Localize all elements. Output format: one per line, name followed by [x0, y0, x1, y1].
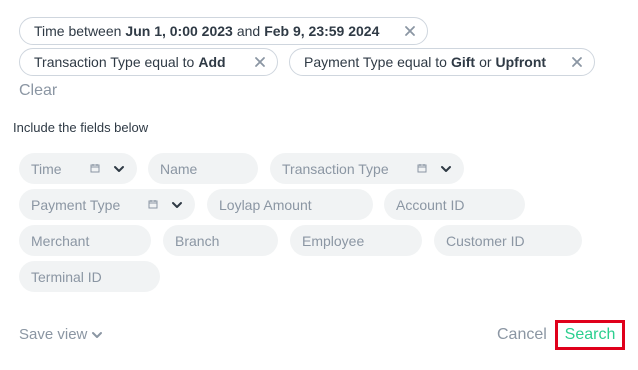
- filter-chip-value: Jun 1, 0:00 2023: [125, 23, 233, 39]
- field-pill-loylap-amount[interactable]: Loylap Amount: [207, 189, 373, 220]
- cancel-button[interactable]: Cancel: [497, 326, 547, 344]
- clear-filters-link[interactable]: Clear: [19, 82, 57, 100]
- filter-chip-payment-type[interactable]: Payment Type equal to Gift or Upfront: [289, 48, 595, 76]
- include-fields-title: Include the fields below: [13, 120, 149, 135]
- field-label: Transaction Type: [282, 160, 389, 177]
- save-view-label: Save view: [19, 326, 88, 343]
- field-pill-transaction-type[interactable]: Transaction Type: [270, 153, 464, 184]
- filter-chip-time[interactable]: Time between Jun 1, 0:00 2023 and Feb 9,…: [19, 17, 428, 45]
- field-label: Loylap Amount: [219, 196, 312, 213]
- filter-chip-value: Gift: [450, 54, 476, 70]
- close-icon[interactable]: [570, 55, 584, 69]
- close-icon[interactable]: [403, 24, 417, 38]
- field-pill-employee[interactable]: Employee: [290, 225, 422, 256]
- filter-chip-text: Payment Type equal to: [304, 54, 447, 70]
- calendar-icon[interactable]: [147, 198, 159, 210]
- calendar-icon[interactable]: [416, 162, 428, 174]
- search-button-label: Search: [564, 326, 616, 343]
- field-label: Payment Type: [31, 196, 121, 213]
- field-label: Customer ID: [446, 232, 525, 249]
- field-label: Employee: [302, 232, 365, 249]
- filter-chip-text: Transaction Type equal to: [34, 54, 195, 70]
- filter-chip-value: Upfront: [495, 54, 547, 70]
- field-label: Time: [31, 160, 62, 177]
- field-pill-time[interactable]: Time: [19, 153, 137, 184]
- chevron-down-icon[interactable]: [440, 163, 452, 175]
- field-label: Account ID: [396, 196, 465, 213]
- filter-chip-value: Add: [198, 54, 226, 70]
- field-label: Terminal ID: [31, 268, 102, 285]
- search-button[interactable]: Search: [555, 320, 625, 350]
- field-label: Branch: [175, 232, 220, 249]
- filter-chip-text: Time between: [34, 23, 122, 39]
- field-pill-account-id[interactable]: Account ID: [384, 189, 525, 220]
- field-pill-terminal-id[interactable]: Terminal ID: [19, 261, 160, 292]
- field-pill-name[interactable]: Name: [148, 153, 258, 184]
- filter-chip-text: and: [236, 23, 261, 39]
- close-icon[interactable]: [253, 55, 267, 69]
- calendar-icon[interactable]: [89, 162, 101, 174]
- chevron-down-icon: [92, 331, 103, 338]
- save-view-dropdown[interactable]: Save view: [19, 326, 103, 343]
- filter-chip-text: or: [479, 54, 492, 70]
- chevron-down-icon[interactable]: [171, 199, 183, 211]
- field-pill-branch[interactable]: Branch: [163, 225, 278, 256]
- field-label: Name: [160, 160, 198, 177]
- field-pill-merchant[interactable]: Merchant: [19, 225, 151, 256]
- chevron-down-icon[interactable]: [113, 163, 125, 175]
- field-pill-customer-id[interactable]: Customer ID: [434, 225, 582, 256]
- field-pill-payment-type[interactable]: Payment Type: [19, 189, 195, 220]
- field-label: Merchant: [31, 232, 90, 249]
- filter-chip-value: Feb 9, 23:59 2024: [264, 23, 380, 39]
- filter-chip-transaction-type[interactable]: Transaction Type equal to Add: [19, 48, 278, 76]
